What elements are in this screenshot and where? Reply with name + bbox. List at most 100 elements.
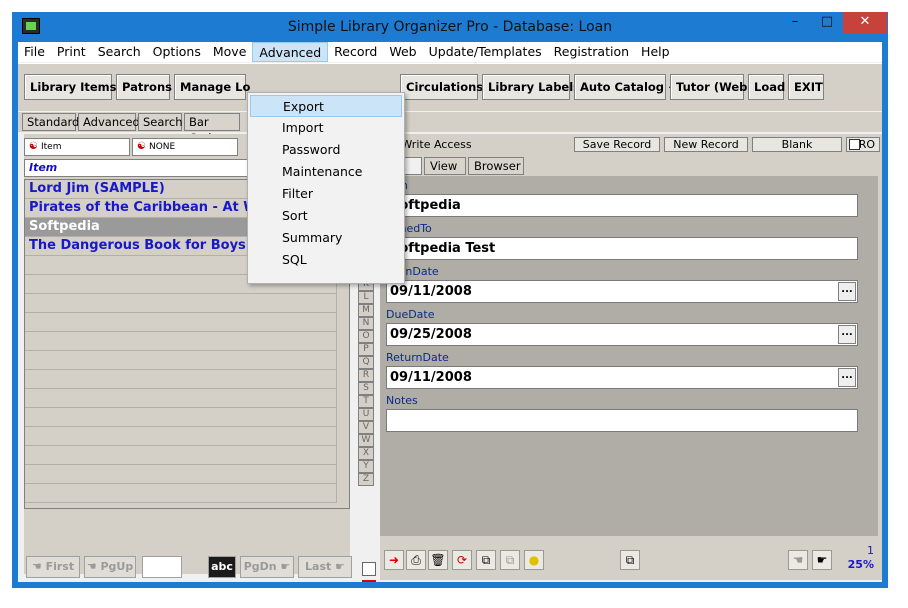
menu-item-password[interactable]: Password: [250, 139, 402, 161]
first-button[interactable]: ☚ First: [26, 556, 80, 578]
pgdn-button[interactable]: PgDn ☛: [240, 556, 294, 578]
menu-help[interactable]: Help: [635, 42, 676, 62]
menu-print[interactable]: Print: [51, 42, 92, 62]
export-record-icon[interactable]: ⧉: [620, 550, 640, 570]
new-record-button[interactable]: New Record: [664, 137, 748, 152]
menu-move[interactable]: Move: [207, 42, 253, 62]
exit-button[interactable]: EXIT: [788, 74, 824, 100]
goto-field[interactable]: [142, 556, 182, 578]
loan-date-field[interactable]: 09/11/2008 ...: [386, 280, 858, 303]
menu-item-maintenance[interactable]: Maintenance: [250, 161, 402, 183]
record-toolbar: ➜ ⎙ 🗑 ⟳ ⧉ ⧉ ● ⧉ ☚ ☛ 1 25%: [380, 542, 878, 578]
tab-bar-code[interactable]: Bar Code: [184, 113, 240, 145]
select-checkbox[interactable]: [362, 562, 376, 576]
list-item-empty: [25, 332, 337, 351]
alpha-button[interactable]: O: [358, 330, 374, 343]
hand-left-icon[interactable]: ☚: [788, 550, 808, 570]
loan-date-value: 09/11/2008: [390, 284, 472, 299]
loaned-to-field[interactable]: Softpedia Test: [386, 237, 858, 260]
return-date-field[interactable]: 09/11/2008 ...: [386, 366, 858, 389]
due-date-value: 09/25/2008: [390, 327, 472, 342]
save-record-button[interactable]: Save Record: [574, 137, 660, 152]
patrons-button[interactable]: Patrons: [116, 74, 172, 100]
menu-advanced[interactable]: Advanced: [252, 42, 329, 62]
lightbulb-icon[interactable]: ●: [524, 550, 544, 570]
alpha-button[interactable]: V: [358, 421, 374, 434]
auto-catalog-button[interactable]: Auto Catalog +: [574, 74, 678, 100]
load-button[interactable]: Load: [748, 74, 785, 100]
close-button[interactable]: ✕: [843, 12, 887, 34]
checkbox-box: [849, 139, 860, 150]
menu-item-filter[interactable]: Filter: [250, 183, 402, 205]
menu-search[interactable]: Search: [92, 42, 147, 62]
date-picker-button[interactable]: ...: [838, 282, 856, 301]
list-item-empty: [25, 484, 337, 503]
filter-field-1[interactable]: ☯ Item: [24, 138, 130, 156]
alpha-button[interactable]: T: [358, 395, 374, 408]
print-icon[interactable]: ⎙: [406, 550, 426, 570]
menu-item-summary[interactable]: Summary: [250, 227, 402, 249]
circulations-button[interactable]: Circulations: [400, 74, 483, 100]
trash-icon[interactable]: 🗑: [428, 550, 448, 570]
hand-right-icon[interactable]: ☛: [812, 550, 832, 570]
menu-item-export[interactable]: Export: [250, 95, 402, 117]
menu-bar: File Print Search Options Move Advanced …: [18, 42, 882, 62]
menu-registration[interactable]: Registration: [548, 42, 635, 62]
menu-options[interactable]: Options: [147, 42, 207, 62]
ro-checkbox[interactable]: RO: [846, 137, 880, 152]
tab-browser[interactable]: Browser: [468, 157, 524, 175]
manage-loans-button[interactable]: Manage Lo: [174, 74, 250, 100]
progress-percent: 25%: [847, 558, 874, 571]
library-labels-button[interactable]: Library Labels: [482, 74, 580, 100]
copy-record-icon[interactable]: ⧉: [476, 550, 496, 570]
due-date-field[interactable]: 09/25/2008 ...: [386, 323, 858, 346]
item-field[interactable]: Softpedia: [386, 194, 858, 217]
menu-web[interactable]: Web: [383, 42, 422, 62]
menu-item-import[interactable]: Import: [250, 117, 402, 139]
abc-icon[interactable]: abc: [208, 556, 236, 578]
last-button[interactable]: Last ☛: [298, 556, 352, 578]
blank-button[interactable]: Blank: [752, 137, 842, 152]
alpha-button[interactable]: Z: [358, 473, 374, 486]
date-picker-button[interactable]: ...: [838, 325, 856, 344]
arrow-left-icon[interactable]: ➜: [384, 550, 404, 570]
minimize-button[interactable]: –: [780, 12, 810, 34]
tab-advanced[interactable]: Advanced: [78, 113, 140, 131]
list-item-empty: [25, 389, 337, 408]
alpha-button[interactable]: Y: [358, 460, 374, 473]
menu-update-templates[interactable]: Update/Templates: [423, 42, 548, 62]
alpha-button[interactable]: M: [358, 304, 374, 317]
refresh-icon[interactable]: ⟳: [452, 550, 472, 570]
filter-field-2[interactable]: ☯ NONE: [132, 138, 238, 156]
menu-item-sql[interactable]: SQL: [250, 249, 402, 271]
alpha-index: I J K L M N O P Q R S T U V W X Y Z: [358, 252, 374, 486]
date-picker-button[interactable]: ...: [838, 368, 856, 387]
menu-item-sort[interactable]: Sort: [250, 205, 402, 227]
tab-standard[interactable]: Standard: [22, 113, 79, 131]
library-items-button[interactable]: Library Items: [24, 74, 117, 100]
alpha-button[interactable]: U: [358, 408, 374, 421]
alpha-button[interactable]: P: [358, 343, 374, 356]
alpha-button[interactable]: R: [358, 369, 374, 382]
alpha-button[interactable]: Q: [358, 356, 374, 369]
tab-search[interactable]: Search: [138, 113, 183, 131]
first-label: First: [45, 560, 75, 573]
paste-record-icon[interactable]: ⧉: [500, 550, 520, 570]
alpha-button[interactable]: X: [358, 447, 374, 460]
due-date-label: DueDate: [386, 308, 435, 321]
alpha-button[interactable]: S: [358, 382, 374, 395]
advanced-menu: Export Import Password Maintenance Filte…: [247, 92, 405, 284]
alpha-button[interactable]: L: [358, 291, 374, 304]
menu-file[interactable]: File: [18, 42, 51, 62]
tutor-web-button[interactable]: Tutor (Web): [670, 74, 753, 100]
list-item-empty: [25, 294, 337, 313]
list-item-empty: [25, 427, 337, 446]
tab-view[interactable]: View: [424, 157, 466, 175]
pgup-button[interactable]: ☚ PgUp: [84, 556, 136, 578]
alpha-button[interactable]: W: [358, 434, 374, 447]
maximize-button[interactable]: □: [812, 12, 842, 34]
pgdn-label: PgDn: [243, 560, 277, 573]
menu-record[interactable]: Record: [328, 42, 383, 62]
notes-field[interactable]: [386, 409, 858, 432]
alpha-button[interactable]: N: [358, 317, 374, 330]
